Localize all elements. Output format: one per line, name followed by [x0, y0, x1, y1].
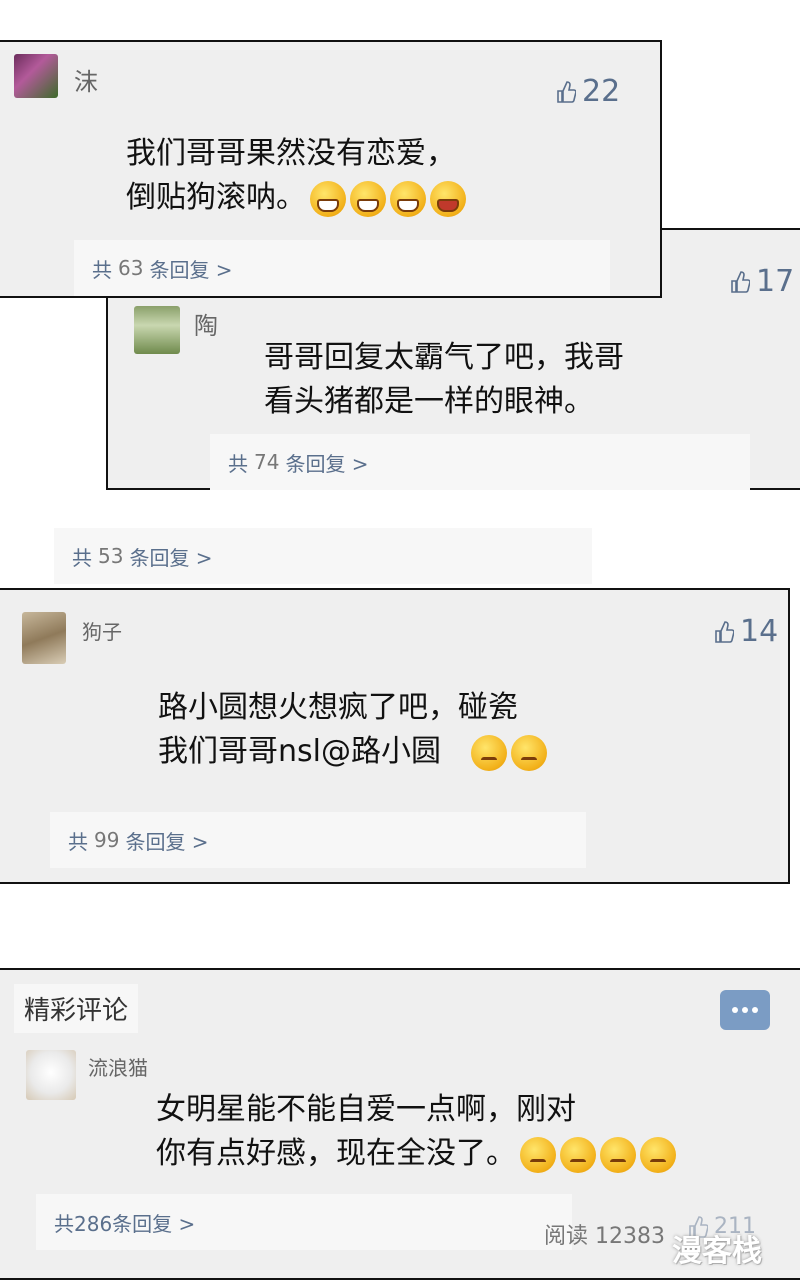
- smirk-emoji-icon: [640, 1136, 676, 1173]
- comment-text: 女明星能不能自爱一点啊，刚对 你有点好感，现在全没了。: [156, 1088, 676, 1176]
- featured-comments-panel: 精彩评论 流浪猫 女明星能不能自爱一点啊，刚对 你有点好感，现在全没了。 共28…: [0, 968, 800, 1280]
- username[interactable]: 狗子: [82, 616, 122, 645]
- like-count: 22: [582, 74, 621, 109]
- avatar[interactable]: [134, 306, 180, 354]
- smirk-emoji-icon: [520, 1136, 556, 1173]
- grin-emoji-icon: [350, 180, 386, 217]
- avatar[interactable]: [22, 612, 66, 664]
- like-button[interactable]: 14: [714, 614, 778, 649]
- avatar[interactable]: [14, 54, 58, 98]
- reply-link[interactable]: 共 74 条回复 >: [210, 434, 750, 490]
- tongue-wink-emoji-icon: [430, 180, 466, 217]
- like-count: 14: [740, 614, 779, 649]
- section-title: 精彩评论: [14, 984, 139, 1033]
- grin-emoji-icon: [390, 180, 426, 217]
- comment-text: 哥哥回复太霸气了吧，我哥 看头猪都是一样的眼神。: [264, 340, 624, 419]
- thumbs-up-icon: [715, 620, 734, 643]
- username[interactable]: 流浪猫: [88, 1052, 148, 1081]
- reply-link[interactable]: 共 99 条回复 >: [50, 812, 586, 868]
- reply-link[interactable]: 共286条回复 >: [36, 1194, 572, 1250]
- smirk-emoji-icon: [600, 1136, 636, 1173]
- comment-text: 路小圆想火想疯了吧，碰瓷 我们哥哥nsl@路小圆: [158, 686, 547, 774]
- thumbs-up-icon: [731, 270, 750, 293]
- reply-link[interactable]: 共 53 条回复 >: [54, 528, 592, 584]
- comment-bubble-icon[interactable]: [720, 990, 770, 1030]
- thumbs-up-icon: [557, 80, 576, 103]
- smirk-emoji-icon: [470, 734, 507, 771]
- username[interactable]: 陶: [194, 306, 218, 341]
- read-count: 阅读 12383: [544, 1224, 665, 1249]
- like-button[interactable]: 22: [556, 74, 620, 109]
- grin-emoji-icon: [310, 180, 346, 217]
- like-count: 17: [756, 264, 795, 299]
- watermark-logo: 漫客栈: [672, 1234, 762, 1269]
- like-button[interactable]: 17: [730, 264, 794, 299]
- comment-text: 我们哥哥果然没有恋爱， 倒贴狗滚呐。: [126, 132, 466, 220]
- reply-link[interactable]: 共 63 条回复 >: [74, 240, 610, 296]
- username[interactable]: 沫: [74, 62, 98, 97]
- avatar[interactable]: [26, 1050, 76, 1100]
- comment-card-1: 沫 22 我们哥哥果然没有恋爱， 倒贴狗滚呐。 共 63 条回复 >: [0, 40, 662, 298]
- smirk-emoji-icon: [510, 734, 547, 771]
- smirk-emoji-icon: [560, 1136, 596, 1173]
- comment-card-3: 狗子 14 路小圆想火想疯了吧，碰瓷 我们哥哥nsl@路小圆 共 99 条回复 …: [0, 588, 790, 884]
